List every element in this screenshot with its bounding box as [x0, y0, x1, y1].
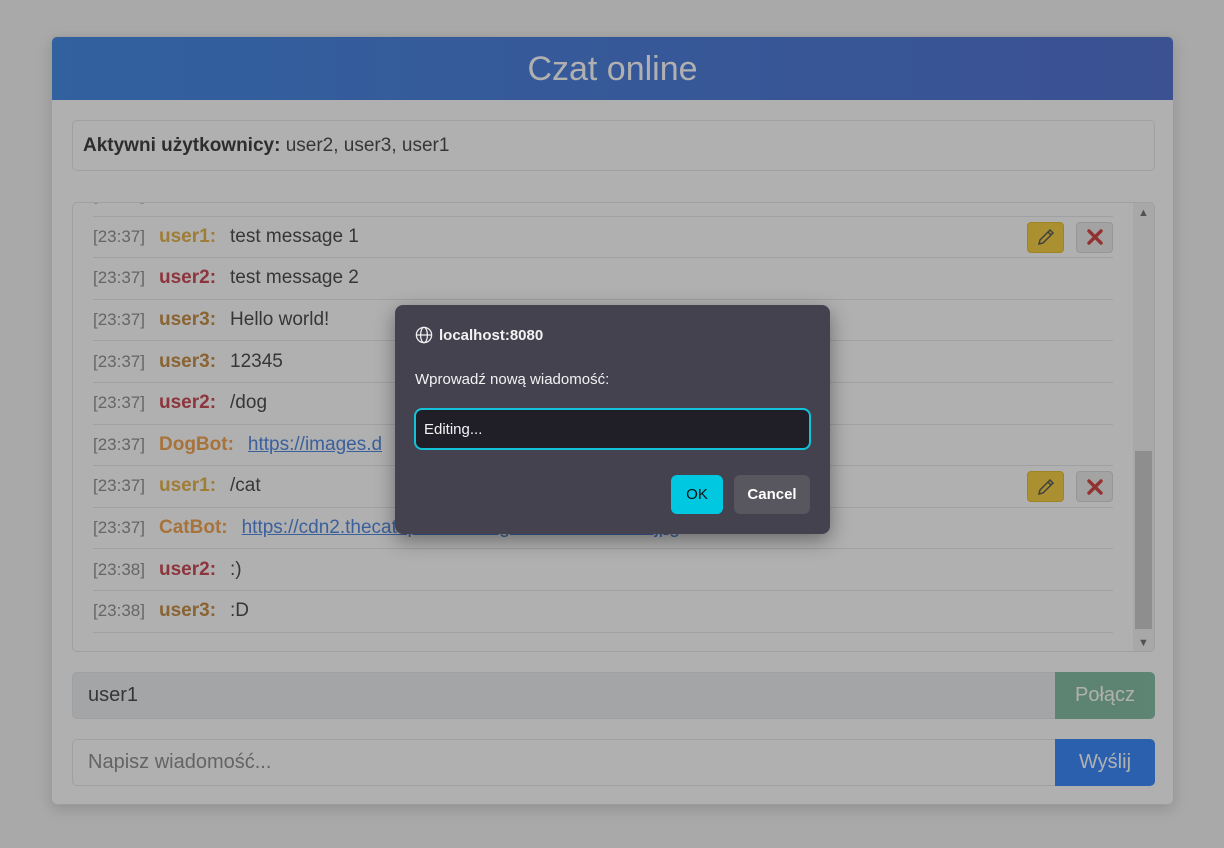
globe-icon: [415, 326, 433, 344]
dialog-input[interactable]: [414, 408, 811, 450]
dialog-origin: localhost:8080: [439, 326, 544, 344]
ok-button[interactable]: OK: [671, 475, 723, 514]
dialog-message: Wprowadź nową wiadomość:: [415, 371, 610, 388]
prompt-dialog: localhost:8080 Wprowadź nową wiadomość: …: [395, 305, 830, 534]
cancel-button[interactable]: Cancel: [734, 475, 810, 514]
dialog-title: localhost:8080: [415, 326, 543, 344]
